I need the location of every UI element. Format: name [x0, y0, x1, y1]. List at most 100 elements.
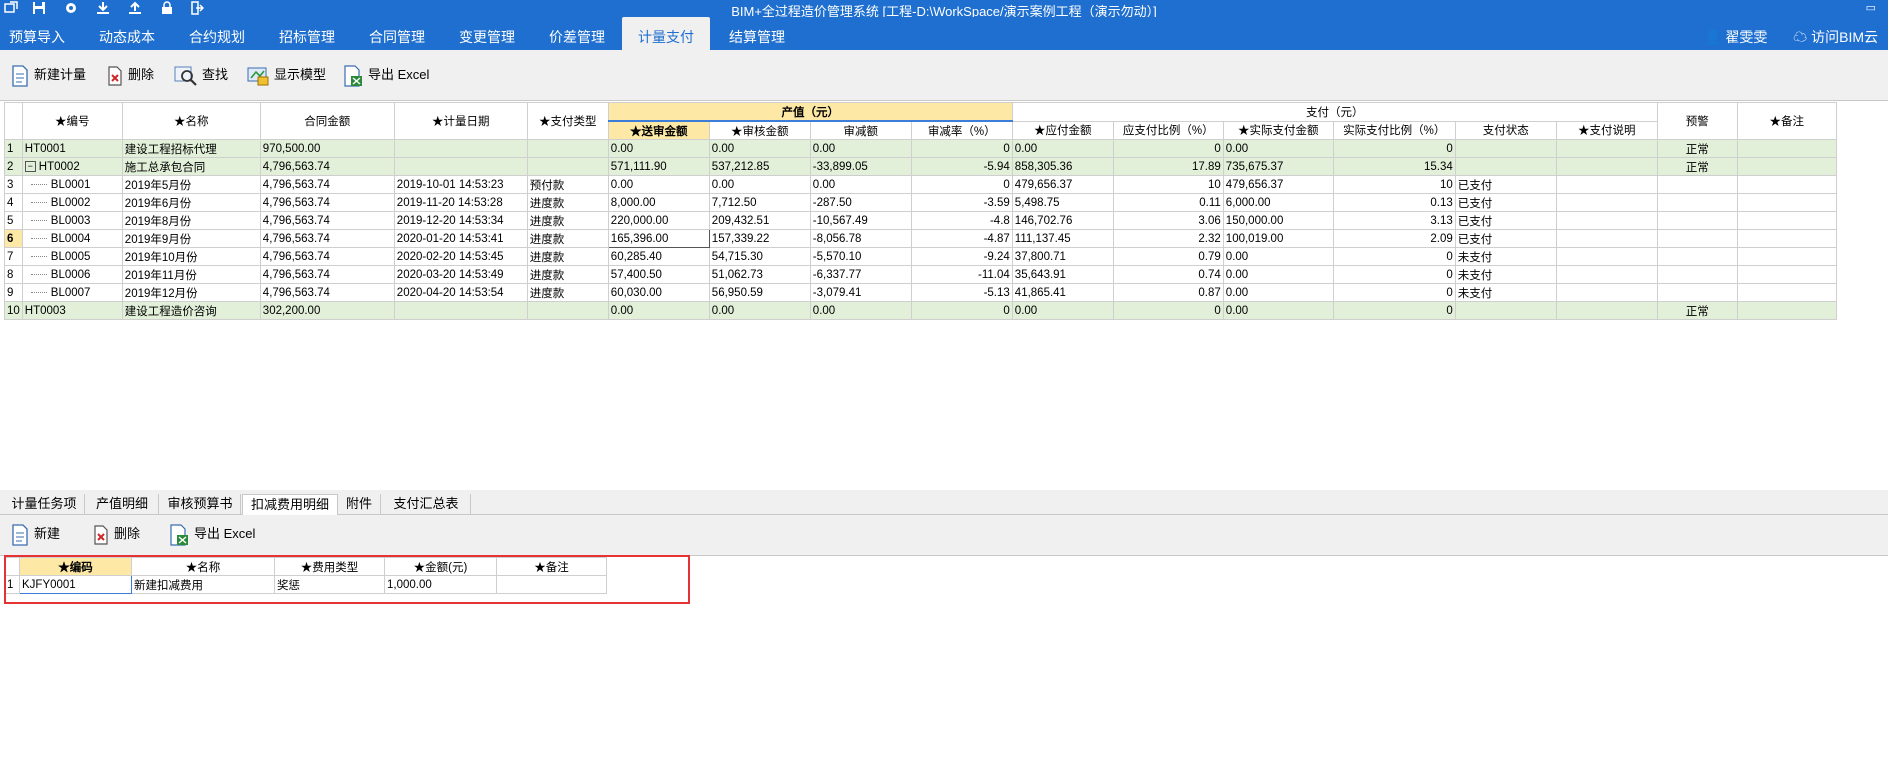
cell-payable[interactable]: 35,643.91 [1011, 265, 1114, 284]
cell-code[interactable]: − HT0002 [21, 157, 123, 176]
cell-pratio[interactable]: 10 [1112, 175, 1224, 194]
cell-note[interactable] [1555, 247, 1658, 266]
tab-payment-summary[interactable]: 支付汇总表 [382, 494, 471, 514]
cell-rate[interactable]: -3.59 [910, 193, 1013, 212]
menu-settlement-management[interactable]: 结算管理 [720, 17, 794, 50]
cell-payable[interactable]: 146,702.76 [1011, 211, 1114, 230]
cell-code[interactable]: BL0002 [21, 193, 123, 212]
cell-rate[interactable]: -9.24 [910, 247, 1013, 266]
cell-status[interactable]: 未支付 [1454, 247, 1557, 266]
table-row[interactable]: 3 BL0001 2019年5月份 4,796,563.74 2019-10-01 14… [4, 175, 1837, 194]
cell-amount[interactable]: 4,796,563.74 [259, 211, 395, 230]
header-audit-reduction[interactable]: 审减额 [809, 120, 912, 140]
cell-rate[interactable]: -4.87 [910, 229, 1013, 248]
cell-submit[interactable]: 0.00 [607, 139, 710, 158]
cell-type[interactable]: 进度款 [526, 211, 609, 230]
cell-status[interactable] [1454, 157, 1557, 176]
cell-actual[interactable]: 150,000.00 [1222, 211, 1334, 230]
cell-date[interactable] [393, 301, 528, 320]
cell-pratio[interactable]: 0.79 [1112, 247, 1224, 266]
header-remark[interactable]: ★备注 [1736, 102, 1837, 140]
cell-payable[interactable]: 37,800.71 [1011, 247, 1114, 266]
cell-remark[interactable] [1736, 193, 1837, 212]
cell-payable[interactable]: 41,865.41 [1011, 283, 1114, 302]
cell-date[interactable]: 2020-04-20 14:53:54 [393, 283, 528, 302]
header-submitted-amount[interactable]: ★送审金额 [607, 120, 710, 140]
cell-date[interactable]: 2019-11-20 14:53:28 [393, 193, 528, 212]
cell-date[interactable]: 2019-10-01 14:53:23 [393, 175, 528, 194]
user-name[interactable]: 翟雯雯 [1725, 29, 1767, 45]
tab-audit-budget[interactable]: 审核预算书 [160, 494, 241, 514]
cell-code[interactable]: HT0003 [21, 301, 123, 320]
cell-remark[interactable] [1736, 157, 1837, 176]
tree-collapse-toggle[interactable]: − [24, 160, 36, 172]
cell-amount[interactable]: 970,500.00 [259, 139, 395, 158]
table-row[interactable]: 10 HT0003 建设工程造价咨询 302,200.00 0.00 0.00 0.00 0 0… [4, 301, 1837, 320]
cell-warn[interactable] [1656, 265, 1738, 284]
cell-submit[interactable]: 0.00 [607, 175, 710, 194]
cell-rate[interactable]: -11.04 [910, 265, 1013, 284]
cell-note[interactable] [1555, 283, 1658, 302]
cell-name[interactable]: 建设工程招标代理 [121, 139, 261, 158]
cell-pratio[interactable]: 3.06 [1112, 211, 1224, 230]
header-actual-ratio[interactable]: 实际支付比例（%） [1332, 120, 1456, 140]
cell-cut[interactable]: -33,899.05 [809, 157, 912, 176]
cell-date[interactable] [393, 139, 528, 158]
cell-pratio[interactable]: 2.32 [1112, 229, 1224, 248]
cell-payable[interactable]: 111,137.45 [1011, 229, 1114, 248]
tab-output-detail[interactable]: 产值明细 [86, 494, 159, 514]
cell-rate[interactable]: 0 [910, 301, 1013, 320]
cell-payable[interactable]: 479,656.37 [1011, 175, 1114, 194]
cell-note[interactable] [1555, 211, 1658, 230]
cell-status[interactable] [1454, 139, 1557, 158]
cell-name[interactable]: 2019年5月份 [121, 175, 261, 194]
cell-note[interactable] [1555, 301, 1658, 320]
show-model-button[interactable]: 显示模型 [246, 62, 326, 88]
cell-name[interactable]: 2019年10月份 [121, 247, 261, 266]
menu-change-management[interactable]: 变更管理 [450, 17, 524, 50]
cell-payable[interactable]: 0.00 [1011, 301, 1114, 320]
header-payable-ratio[interactable]: 应支付比例（%） [1112, 120, 1224, 140]
header-payment-note[interactable]: ★支付说明 [1555, 120, 1658, 140]
cell-actual[interactable]: 0.00 [1222, 283, 1334, 302]
cell-cut[interactable]: -10,567.49 [809, 211, 912, 230]
cell-note[interactable] [1555, 229, 1658, 248]
export-deduction-excel-button[interactable]: 导出 Excel [168, 521, 255, 547]
cell-aratio[interactable]: 0 [1332, 265, 1456, 284]
cell-cut[interactable]: 0.00 [809, 175, 912, 194]
cell-submit[interactable]: 0.00 [607, 301, 710, 320]
cell-remark[interactable] [1736, 265, 1837, 284]
cell-aratio[interactable]: 0 [1332, 247, 1456, 266]
cell-actual[interactable]: 0.00 [1222, 301, 1334, 320]
cell-actual[interactable]: 735,675.37 [1222, 157, 1334, 176]
cell-actual[interactable]: 0.00 [1222, 139, 1334, 158]
cell-remark[interactable] [1736, 139, 1837, 158]
cell-name[interactable]: 施工总承包合同 [121, 157, 261, 176]
cell-remark[interactable] [1736, 211, 1837, 230]
table-row[interactable]: 4 BL0002 2019年6月份 4,796,563.74 2019-11-20 14… [4, 193, 1837, 212]
cell-remark[interactable] [1736, 283, 1837, 302]
cell-audit[interactable]: 51,062.73 [708, 265, 811, 284]
cell-aratio[interactable]: 0.13 [1332, 193, 1456, 212]
cell-type[interactable]: 进度款 [526, 229, 609, 248]
menu-dynamic-cost[interactable]: 动态成本 [86, 17, 168, 50]
cell-type[interactable] [526, 157, 609, 176]
cell-rate[interactable]: -5.13 [910, 283, 1013, 302]
table-row[interactable]: 1 HT0001 建设工程招标代理 970,500.00 0.00 0.00 0.00 0 0.… [4, 139, 1837, 158]
cloud-link[interactable]: 访问BIM云 [1811, 29, 1878, 45]
cell-aratio[interactable]: 3.13 [1332, 211, 1456, 230]
cell-audit[interactable]: 209,432.51 [708, 211, 811, 230]
cell-warn[interactable] [1656, 247, 1738, 266]
tab-measure-tasks[interactable]: 计量任务项 [4, 494, 85, 514]
cell-warn[interactable] [1656, 193, 1738, 212]
header-payment-status[interactable]: 支付状态 [1454, 120, 1557, 140]
menu-measure-payment[interactable]: 计量支付 [622, 17, 710, 50]
cell-remark[interactable] [1736, 247, 1837, 266]
cell-pratio[interactable]: 0 [1112, 301, 1224, 320]
table-row[interactable]: 2− HT0002 施工总承包合同 4,796,563.74 571,111.90 537… [4, 157, 1837, 176]
cell-rate[interactable]: -5.94 [910, 157, 1013, 176]
header-name[interactable]: ★名称 [121, 102, 261, 140]
cell-code[interactable]: BL0001 [21, 175, 123, 194]
cell-status[interactable]: 已支付 [1454, 193, 1557, 212]
cell-date[interactable]: 2020-03-20 14:53:49 [393, 265, 528, 284]
